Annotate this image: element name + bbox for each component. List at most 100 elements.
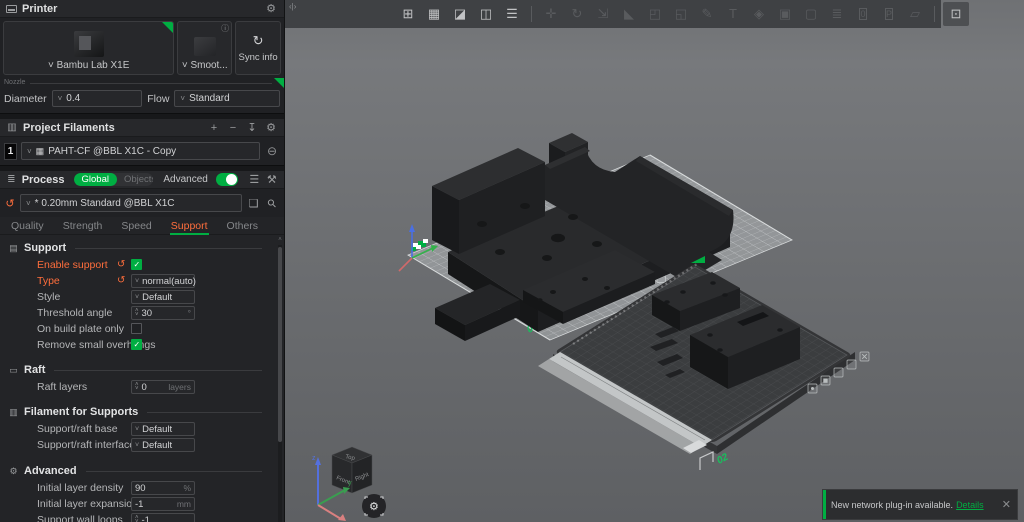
scale-icon: ⇲ xyxy=(590,0,616,28)
filament-swatch-icon: ▦ xyxy=(36,146,45,157)
sync-info-button[interactable]: ↻ Sync info xyxy=(235,21,281,75)
filament-section-icon: ▥ xyxy=(6,122,18,133)
sidebar: Printer ⚙ ˅ Bambu Lab X1E ⓘ ˅ Smoot... ↻… xyxy=(0,0,285,522)
close-icon[interactable]: ✕ xyxy=(1002,498,1011,511)
initial-layer-expansion-input[interactable]: -1mm xyxy=(131,497,195,511)
tab-strength[interactable]: Strength xyxy=(62,218,104,234)
rotate-icon: ↻ xyxy=(564,0,590,28)
setting-row-on-build-plate-only: On build plate only xyxy=(0,321,284,337)
scope-objects-tab[interactable]: Objects xyxy=(117,173,153,186)
printer-model-select[interactable]: ˅ Bambu Lab X1E xyxy=(48,60,129,71)
support-style-select[interactable]: ˅Default xyxy=(131,290,195,304)
auto-orient-icon[interactable]: ◪ xyxy=(447,0,473,28)
enable-support-checkbox[interactable]: ✓ xyxy=(131,259,142,270)
arrange-icon[interactable]: ◫ xyxy=(473,0,499,28)
add-icon[interactable]: ⊞ xyxy=(395,0,421,28)
process-section-title: Process xyxy=(22,174,65,186)
filament-select[interactable]: ˅ ▦ PAHT-CF @BBL X1C - Copy xyxy=(21,142,260,160)
setting-row-style: Style ˅Default xyxy=(0,289,284,305)
split-window-icon[interactable]: ☰ xyxy=(499,0,525,28)
view-settings-button[interactable]: ⚙ xyxy=(362,494,386,518)
filaments-section-header: ▥ Project Filaments + − ↧ ⚙ xyxy=(0,119,284,137)
support-raft-base-select[interactable]: ˅Default xyxy=(131,422,195,436)
search-icon[interactable]: ⚲ xyxy=(265,197,280,210)
settings-scrollbar[interactable]: ˄ ˅ xyxy=(277,237,283,522)
save-preset-icon[interactable]: ❑ xyxy=(246,197,261,210)
remove-filament-icon[interactable]: − xyxy=(226,122,240,134)
diameter-label: Diameter xyxy=(4,93,47,105)
process-preset-select[interactable]: ˅ * 0.20mm Standard @BBL X1C xyxy=(20,194,242,212)
tab-support[interactable]: Support xyxy=(170,218,209,234)
filament-supports-group-icon: ▥ xyxy=(8,407,19,418)
support-group-header: ▤ Support xyxy=(0,239,284,257)
scrollbar-thumb[interactable] xyxy=(278,247,282,442)
advanced-toggle[interactable] xyxy=(216,173,238,186)
view-p-icon: P xyxy=(876,0,902,28)
color-paint-icon: ✎ xyxy=(694,0,720,28)
support-wall-loops-spinner[interactable]: ˄˅ -1 xyxy=(131,513,195,522)
axis-y-label: y xyxy=(348,480,352,487)
printer-section-title: Printer xyxy=(22,3,57,15)
chevron-down-icon: ˅ xyxy=(180,94,185,103)
filament-settings-gear-icon[interactable]: ⚙ xyxy=(264,121,278,134)
support-group-icon: ▤ xyxy=(8,243,19,254)
conflict-reset-icon[interactable]: ↺ xyxy=(4,197,16,210)
notification-toast: New network plug-in available. Details ✕ xyxy=(822,489,1018,520)
tune-icon[interactable]: ⚒ xyxy=(266,173,278,186)
support-type-select[interactable]: ˅normal(auto) xyxy=(131,274,195,288)
flow-label: Flow xyxy=(147,93,169,105)
remove-slot-icon[interactable]: ⊖ xyxy=(264,144,280,158)
collapse-sidebar-icon[interactable]: ‹|› xyxy=(289,2,296,11)
assembly-view-icon[interactable]: ⊡ xyxy=(943,2,969,26)
notification-details-link[interactable]: Details xyxy=(956,500,984,510)
on-build-plate-only-checkbox[interactable] xyxy=(131,323,142,334)
tab-speed[interactable]: Speed xyxy=(120,218,152,234)
nozzle-divider: Nozzle xyxy=(0,78,284,87)
printer-settings-gear-icon[interactable]: ⚙ xyxy=(264,2,278,15)
support-raft-interface-select[interactable]: ˅Default xyxy=(131,438,195,452)
text-icon: T xyxy=(720,0,746,28)
support-settings-panel: ▤ Support Enable support ↺ ✓ Type ↺ ˅nor… xyxy=(0,235,284,522)
reset-icon[interactable]: ↺ xyxy=(117,275,125,286)
view-0-icon: 0 xyxy=(850,0,876,28)
toolbar-separator xyxy=(934,6,935,22)
setting-row-initial-layer-density: Initial layer density 90% xyxy=(0,480,284,496)
toolbar-separator xyxy=(531,6,532,22)
scroll-up-icon[interactable]: ˄ xyxy=(277,237,283,243)
advanced-label: Advanced xyxy=(163,174,207,185)
chevron-down-icon: ˅ xyxy=(58,94,63,103)
scope-global-tab[interactable]: Global xyxy=(74,173,117,186)
advanced-group-icon: ⚙ xyxy=(8,466,19,477)
viewport-3d[interactable]: 01 xyxy=(285,0,1024,522)
raft-group-icon: ▭ xyxy=(8,365,19,376)
plate-type-card[interactable]: ⓘ ˅ Smoot... xyxy=(177,21,232,75)
printer-card[interactable]: ˅ Bambu Lab X1E xyxy=(3,21,174,75)
initial-layer-density-input[interactable]: 90% xyxy=(131,481,195,495)
chevron-down-icon: ˅ xyxy=(26,199,31,208)
threshold-angle-spinner[interactable]: ˄˅ 30 ° xyxy=(131,306,195,320)
view-all-settings-icon[interactable]: ☰ xyxy=(248,173,260,186)
tab-quality[interactable]: Quality xyxy=(10,218,45,234)
chevron-down-icon: ˅ xyxy=(182,60,188,71)
process-tabs: Quality Strength Speed Support Others xyxy=(0,217,284,235)
add-filament-icon[interactable]: + xyxy=(207,122,221,134)
fit-view-icon: ▢ xyxy=(798,0,824,28)
viewport-toolbar: ‹|› ⊞▦◪◫☰✛↻⇲◣◰◱✎T◈▣▢≣0P▱⊡ xyxy=(285,0,941,28)
import-filament-icon[interactable]: ↧ xyxy=(245,121,259,134)
tab-others[interactable]: Others xyxy=(226,218,260,234)
filament-index-badge: 1 xyxy=(4,143,17,160)
plate-type-select[interactable]: ˅ Smoot... xyxy=(182,60,228,71)
flow-select[interactable]: ˅ Standard xyxy=(174,90,280,107)
process-preset-row: ↺ ˅ * 0.20mm Standard @BBL X1C ❑ ⚲ xyxy=(0,189,284,217)
chevron-down-icon: ˅ xyxy=(27,147,32,156)
process-section-icon: ≣ xyxy=(6,174,17,185)
axis-z-label: z xyxy=(312,455,316,462)
reset-icon[interactable]: ↺ xyxy=(117,259,125,270)
scene-3d: 01 xyxy=(285,0,1024,522)
printer-cards: ˅ Bambu Lab X1E ⓘ ˅ Smoot... ↻ Sync info xyxy=(0,18,284,78)
diameter-select[interactable]: ˅ 0.4 xyxy=(52,90,143,107)
remove-small-overhangs-checkbox[interactable]: ✓ xyxy=(131,339,142,350)
variable-layer-height-icon: ≣ xyxy=(824,0,850,28)
add-plate-icon[interactable]: ▦ xyxy=(421,0,447,28)
raft-layers-spinner[interactable]: ˄˅ 0 layers xyxy=(131,380,195,394)
